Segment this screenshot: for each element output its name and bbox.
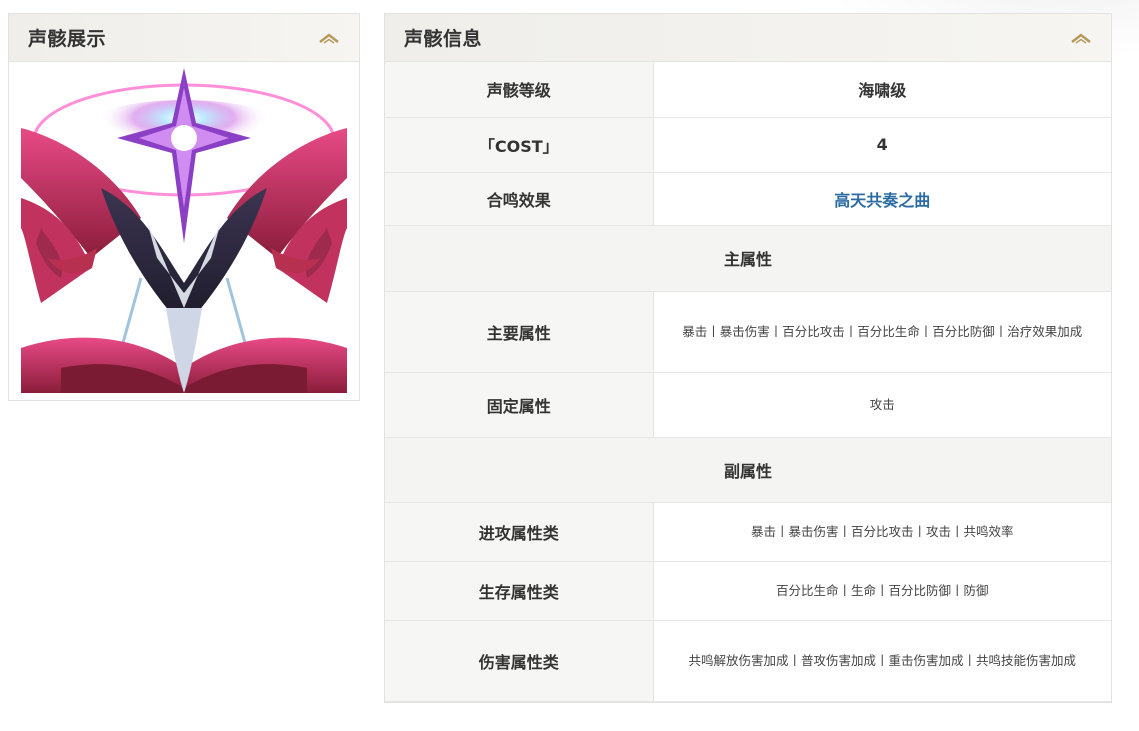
sonata-effect-link[interactable]: 高天共奏之曲 [834, 191, 930, 210]
table-row: 声骸等级 海啸级 [385, 62, 1111, 118]
sub-attributes-section-title: 副属性 [385, 436, 1111, 503]
chevron-up-icon[interactable] [1070, 31, 1092, 45]
damage-label: 伤害属性类 [385, 619, 654, 702]
echo-info-table: 声骸等级 海啸级 「COST」 4 合鸣效果 高天共奏之曲 主属性 主要属性 暴… [385, 62, 1111, 702]
table-row: 主要属性 暴击丨暴击伤害丨百分比攻击丨百分比生命丨百分比防御丨治疗效果加成 [385, 290, 1111, 373]
echo-showcase-panel: 声骸展示 [8, 13, 360, 401]
fixed-attr-value: 攻击 [652, 371, 1111, 438]
table-row: 副属性 [385, 436, 1111, 503]
table-row: 固定属性 攻击 [385, 371, 1111, 438]
table-row: 「COST」 4 [385, 116, 1111, 173]
cost-label: 「COST」 [385, 116, 654, 173]
info-title: 声骸信息 [404, 28, 483, 50]
info-header[interactable]: 声骸信息 [385, 14, 1111, 62]
chevron-up-icon[interactable] [318, 31, 340, 45]
level-label: 声骸等级 [385, 62, 654, 118]
showcase-title: 声骸展示 [28, 28, 107, 50]
echo-portrait-container [9, 62, 359, 393]
table-row: 主属性 [385, 224, 1111, 292]
cost-value: 4 [652, 116, 1111, 173]
survival-value: 百分比生命丨生命丨百分比防御丨防御 [652, 560, 1111, 621]
table-row: 合鸣效果 高天共奏之曲 [385, 171, 1111, 226]
sonata-cell: 高天共奏之曲 [652, 171, 1111, 226]
offense-label: 进攻属性类 [385, 501, 654, 562]
fixed-attr-label: 固定属性 [385, 371, 654, 438]
table-row: 生存属性类 百分比生命丨生命丨百分比防御丨防御 [385, 560, 1111, 621]
showcase-header[interactable]: 声骸展示 [9, 14, 359, 62]
main-attr-label: 主要属性 [385, 290, 654, 373]
main-attributes-section-title: 主属性 [385, 224, 1111, 292]
level-value: 海啸级 [652, 62, 1111, 118]
echo-portrait-image [21, 68, 347, 393]
damage-value: 共鸣解放伤害加成丨普攻伤害加成丨重击伤害加成丨共鸣技能伤害加成 [652, 619, 1111, 702]
sonata-label: 合鸣效果 [385, 171, 654, 226]
offense-value: 暴击丨暴击伤害丨百分比攻击丨攻击丨共鸣效率 [652, 501, 1111, 562]
survival-label: 生存属性类 [385, 560, 654, 621]
echo-info-panel: 声骸信息 声骸等级 海啸级 「COST」 4 合鸣效果 高天共奏之曲 主属性 主… [384, 13, 1112, 703]
table-row: 伤害属性类 共鸣解放伤害加成丨普攻伤害加成丨重击伤害加成丨共鸣技能伤害加成 [385, 619, 1111, 702]
main-attr-value: 暴击丨暴击伤害丨百分比攻击丨百分比生命丨百分比防御丨治疗效果加成 [652, 290, 1111, 373]
table-row: 进攻属性类 暴击丨暴击伤害丨百分比攻击丨攻击丨共鸣效率 [385, 501, 1111, 562]
